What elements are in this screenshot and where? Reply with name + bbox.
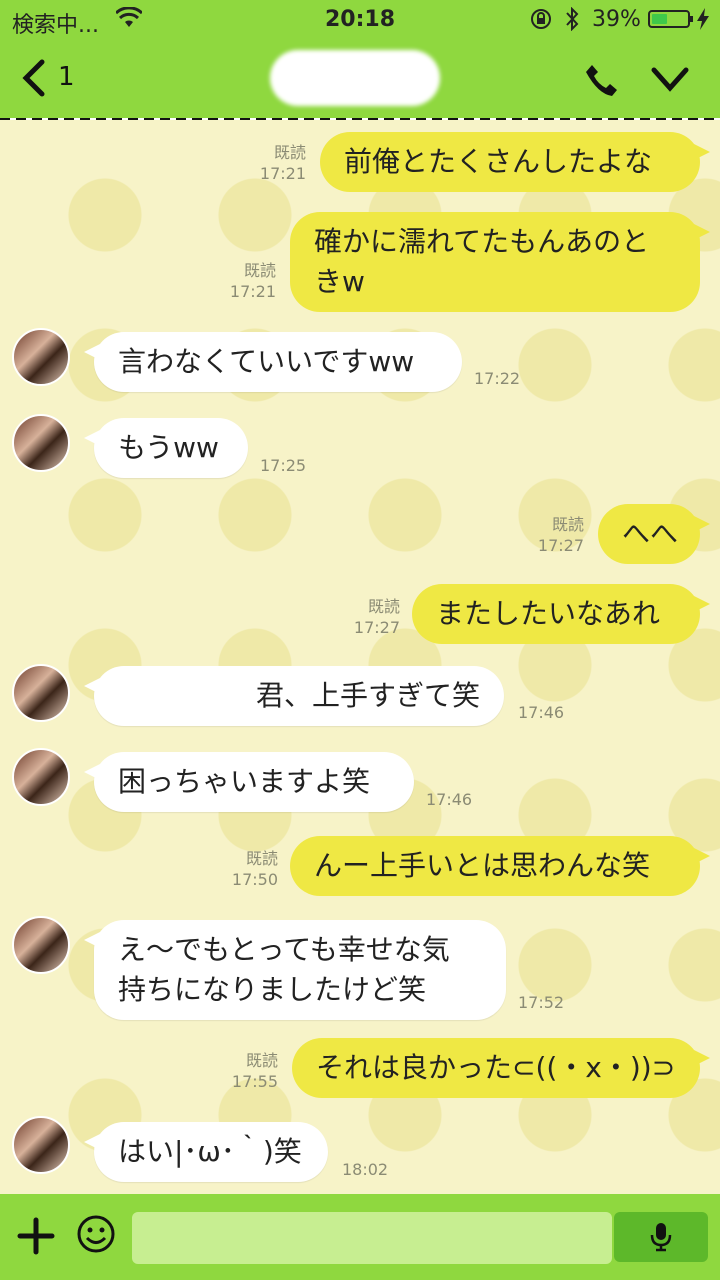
avatar[interactable] [12,916,70,974]
microphone-icon [650,1223,672,1252]
message-bubble-mine[interactable]: 確かに濡れてたもんあのと きw [290,212,710,312]
message-bubble-mine[interactable]: んー上手いとは思わんな笑 [290,836,710,896]
message-time: 17:25 [260,456,307,475]
charging-icon [697,8,709,30]
voice-button[interactable] [614,1212,708,1262]
message-meta: 既読 17:21 [259,143,306,183]
message-time: 18:02 [342,1160,389,1179]
message-meta: 既読 17:50 [231,849,278,889]
avatar[interactable] [12,1116,70,1174]
message-time: 17:46 [518,703,565,722]
rotation-lock-icon [531,9,551,29]
unread-count[interactable]: 1 [58,62,75,92]
bluetooth-icon [566,7,579,31]
message-bubble-mine[interactable]: 前俺とたくさんしたよな [320,132,710,192]
avatar[interactable] [12,328,70,386]
chevron-down-icon[interactable] [650,64,690,94]
chat-title-redacted [270,50,440,106]
message-meta: 既読 17:21 [229,261,276,301]
phone-icon[interactable] [584,62,620,98]
message-bubble-mine[interactable]: へへ [598,504,710,564]
message-bubble-mine[interactable]: またしたいなあれ [412,584,710,644]
message-list[interactable]: 既読 17:21 前俺とたくさんしたよな 既読 17:21 確かに濡れてたもんあのと… [0,120,720,1194]
chevron-left-icon[interactable] [18,58,48,98]
message-bubble-theirs[interactable]: 言わなくていいですww [84,332,462,392]
message-bubble-theirs[interactable]: え〜でもとっても幸せな気 持ちになりましたけど笑 [84,920,506,1020]
message-bubble-theirs[interactable]: 困っちゃいますよ笑 [84,752,414,812]
avatar[interactable] [12,748,70,806]
message-bubble-mine[interactable]: それは良かった⊂((・x・))⊃ [292,1038,710,1098]
input-bar [0,1194,720,1280]
message-time: 17:22 [474,369,521,388]
chat-header: 1 [0,40,720,124]
status-bar: 検索中... 20:18 39% [0,0,720,40]
avatar[interactable] [12,414,70,472]
message-time: 17:52 [518,993,565,1012]
smiley-icon[interactable] [76,1214,116,1254]
message-bubble-theirs[interactable]: もうww [84,418,248,478]
message-meta: 既読 17:27 [353,597,400,637]
message-input[interactable] [132,1212,612,1264]
message-time: 17:46 [426,790,473,809]
message-meta: 既読 17:55 [231,1051,278,1091]
avatar[interactable] [12,664,70,722]
message-bubble-theirs[interactable]: 君、上手すぎて笑 [84,666,504,726]
battery-icon [648,10,693,28]
message-meta: 既読 17:27 [537,515,584,555]
plus-icon[interactable] [16,1216,56,1256]
battery-percent: 39% [592,7,641,32]
message-bubble-theirs[interactable]: はい|･ω･｀)笑 [84,1122,328,1182]
